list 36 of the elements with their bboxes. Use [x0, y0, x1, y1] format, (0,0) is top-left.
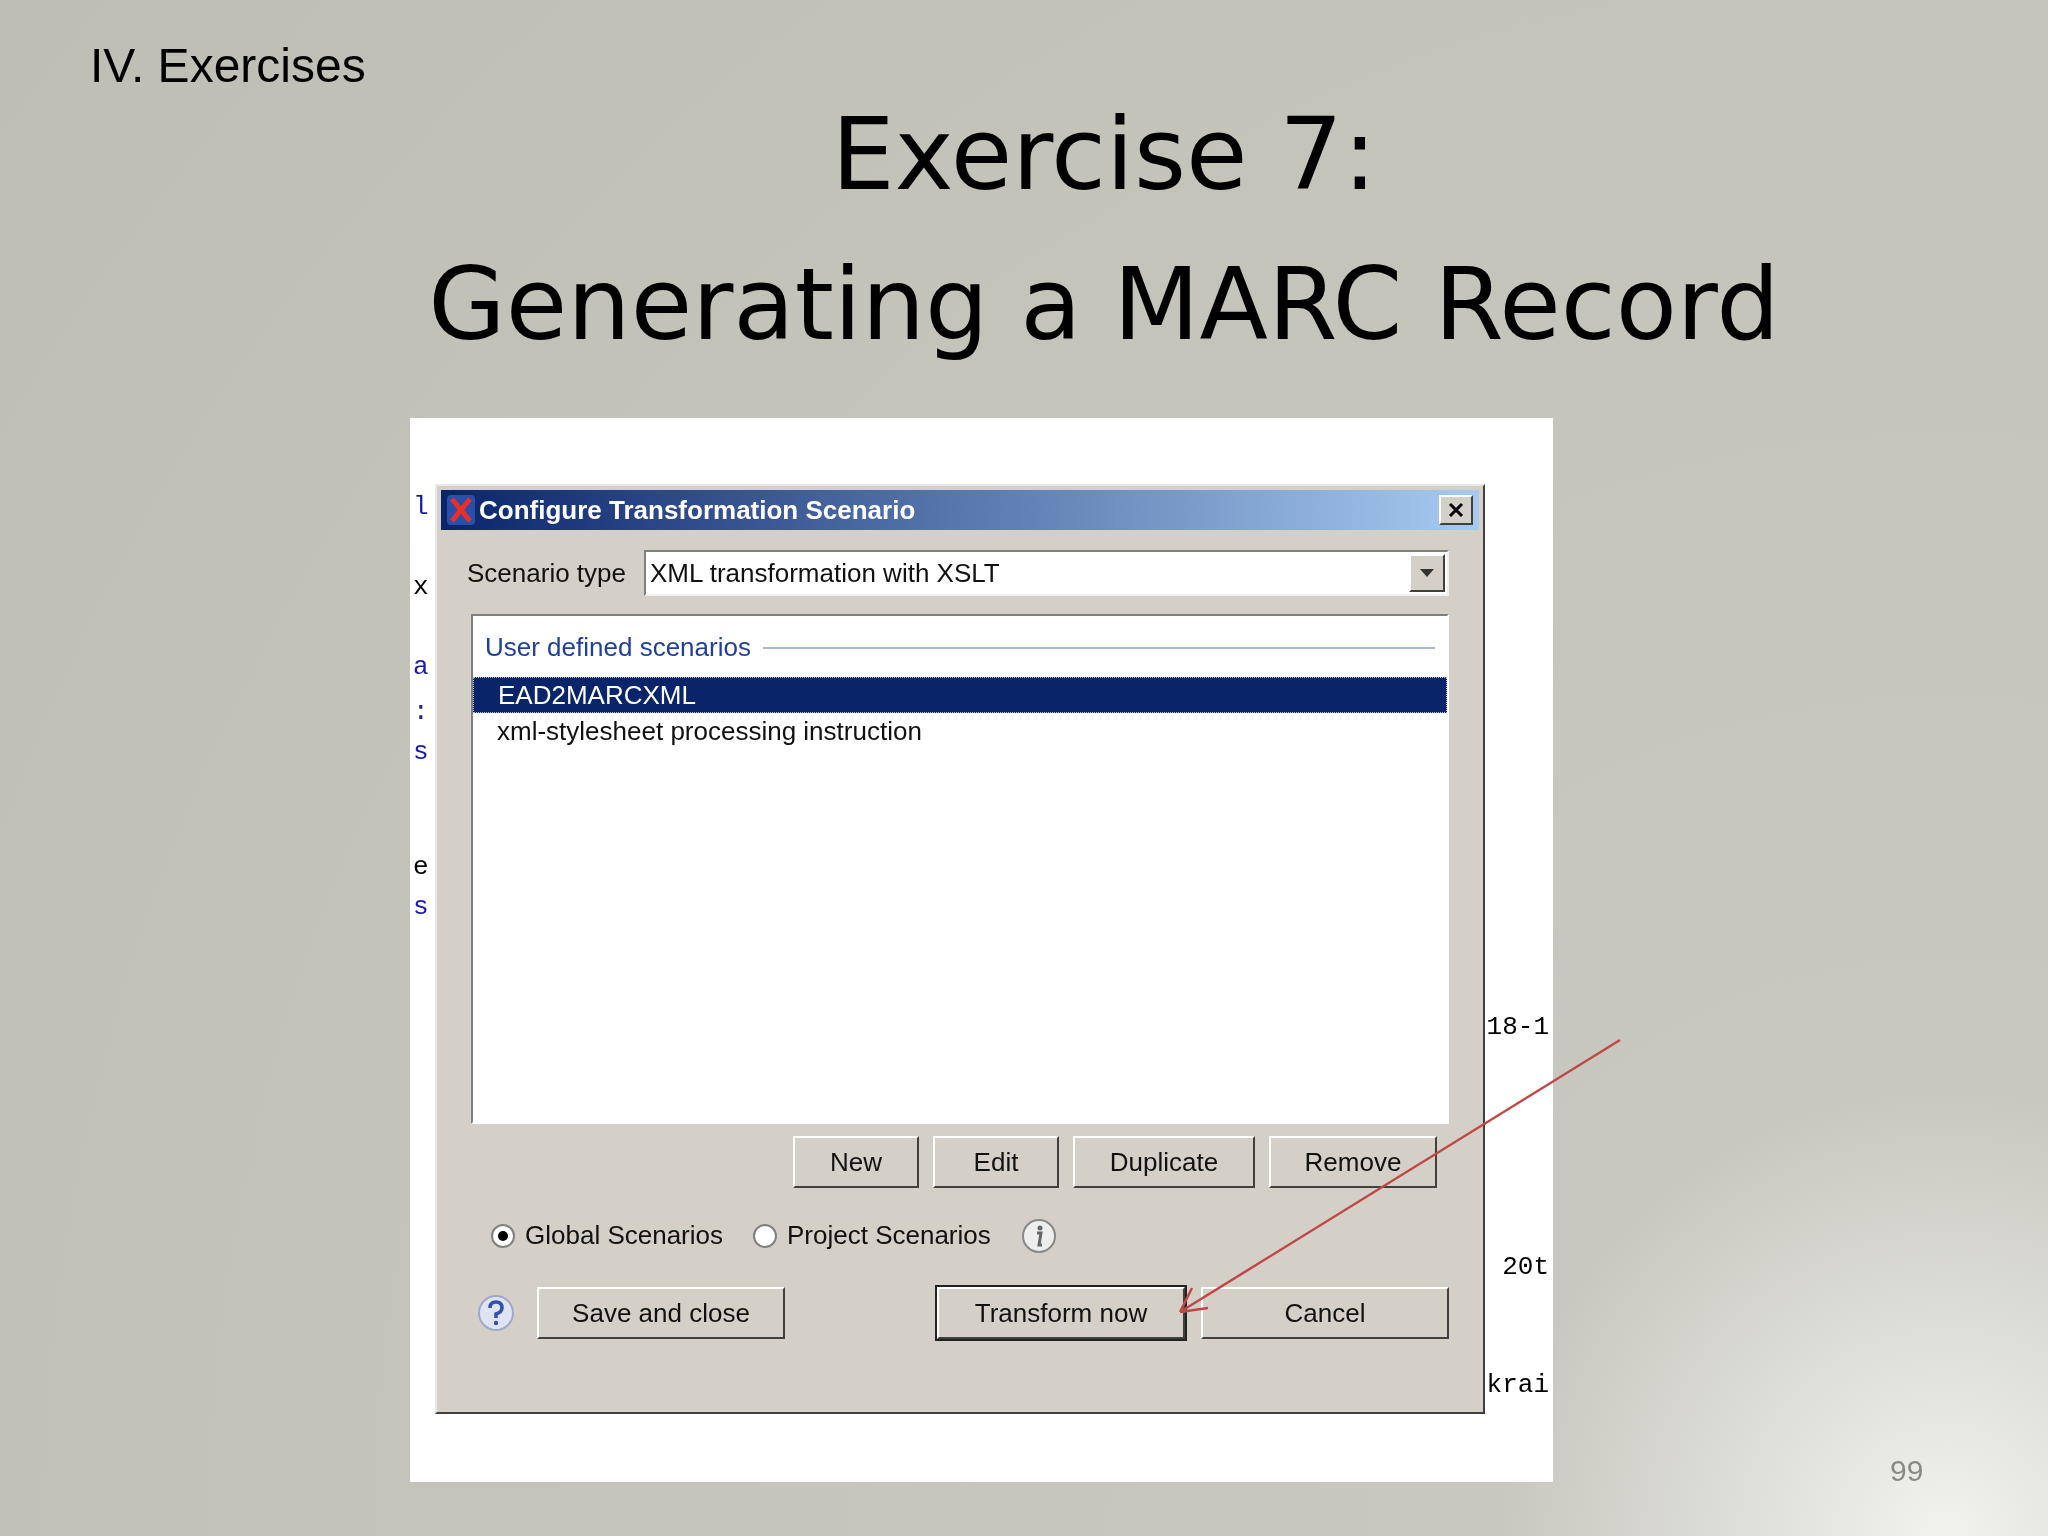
- code-fragment: x: [413, 571, 429, 604]
- radio-button[interactable]: [491, 1223, 515, 1248]
- slide-title: Generating a MARC Record: [428, 245, 1780, 365]
- scenario-item[interactable]: EAD2MARCXML: [473, 677, 1447, 713]
- help-icon[interactable]: [477, 1294, 515, 1332]
- list-action-button[interactable]: Duplicate: [1073, 1136, 1255, 1188]
- dialog-button[interactable]: Cancel: [1201, 1287, 1449, 1339]
- scenario-item[interactable]: xml-stylesheet processing instruction: [473, 713, 1447, 749]
- code-fragment: krai: [1486, 1369, 1549, 1402]
- window-title: Configure Transformation Scenario: [479, 493, 917, 527]
- dialog-button[interactable]: Transform now: [937, 1287, 1185, 1339]
- code-fragment: s: [413, 891, 429, 924]
- section-heading: IV. Exercises: [90, 39, 366, 92]
- close-button[interactable]: [1439, 495, 1473, 525]
- x-logo-icon: [447, 495, 475, 525]
- code-fragment: l: [413, 491, 429, 524]
- slide-title: Exercise 7:: [831, 95, 1377, 215]
- group-label: User defined scenarios: [485, 631, 751, 664]
- scenario-type-dropdown[interactable]: XML transformation with XSLT: [644, 550, 1449, 596]
- radio-button[interactable]: [753, 1223, 777, 1248]
- list-action-button[interactable]: New: [793, 1136, 919, 1188]
- save-and-close-button[interactable]: Save and close: [537, 1287, 785, 1339]
- code-fragment: 20t: [1502, 1251, 1549, 1284]
- list-action-button[interactable]: Edit: [933, 1136, 1059, 1188]
- radio-label: Project Scenarios: [787, 1219, 991, 1252]
- field-label: Scenario type: [467, 556, 626, 590]
- code-fragment: s: [413, 736, 429, 769]
- info-icon: [1020, 1217, 1057, 1254]
- code-fragment: e: [413, 851, 429, 884]
- code-fragment: a: [413, 651, 429, 684]
- close-icon: [1448, 502, 1464, 518]
- radio-label: Global Scenarios: [525, 1219, 723, 1252]
- list-action-button[interactable]: Remove: [1269, 1136, 1437, 1188]
- code-fragment: 18-1: [1486, 1011, 1549, 1044]
- code-fragment: :: [413, 696, 429, 729]
- page-number: 99: [1890, 1453, 1924, 1489]
